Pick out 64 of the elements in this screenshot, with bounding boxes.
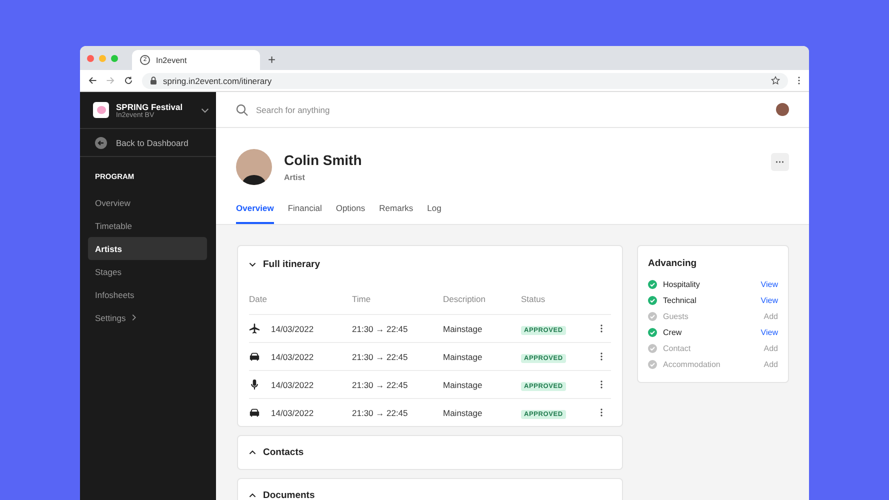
car-icon [249, 351, 260, 362]
row-menu-icon[interactable] [600, 380, 603, 389]
microphone-icon [249, 379, 260, 390]
advancing-action-link[interactable]: View [760, 296, 778, 304]
date-cell: 14/03/2022 [271, 324, 314, 334]
date-cell: 14/03/2022 [271, 380, 314, 390]
artist-name: Colin Smith [284, 152, 363, 168]
profile-tab[interactable]: Options [336, 203, 366, 224]
user-avatar[interactable] [776, 103, 789, 116]
column-header: Status [521, 294, 546, 304]
back-arrow-icon[interactable] [88, 76, 97, 85]
row-menu-icon[interactable] [600, 352, 603, 361]
advancing-action-link[interactable]: View [760, 280, 778, 288]
profile-tab[interactable]: Remarks [379, 203, 414, 224]
time-cell-text: 21:30 → 22:45 [352, 324, 409, 334]
profile-tab[interactable]: Log [427, 203, 442, 224]
search-icon [236, 104, 248, 116]
sidebar-item[interactable]: Artists [88, 237, 207, 260]
reload-icon[interactable] [124, 76, 133, 85]
column-header: Date [249, 294, 268, 304]
section-toggle[interactable]: Full itinerary [249, 246, 611, 282]
car-icon [249, 407, 260, 418]
chevron-up-icon [249, 493, 256, 498]
chevron-up-icon [249, 450, 256, 455]
advancing-item: Accommodation [663, 360, 722, 368]
new-tab-button[interactable]: + [268, 52, 276, 67]
sidebar-item[interactable]: Infosheets [88, 283, 207, 306]
sidebar-item[interactable]: Timetable [88, 214, 207, 237]
description-cell-text: Mainstage [443, 408, 484, 418]
column-header: Time [352, 294, 372, 304]
sidebar-item[interactable]: Stages [88, 260, 207, 283]
chevron-down-icon [249, 262, 256, 266]
sidebar-item[interactable]: Overview [88, 191, 207, 214]
sidebar-item[interactable]: Settings [88, 306, 207, 329]
search-field[interactable]: Search for anything [254, 104, 458, 116]
date-cell: 14/03/2022 [271, 408, 314, 418]
airplane-icon [249, 323, 260, 334]
advancing-item: Contact [663, 344, 692, 352]
advancing-item: Guests [663, 312, 690, 320]
advancing-item: Technical [663, 296, 698, 304]
chevron-down-icon [201, 108, 209, 112]
advancing-item: Hospitality [663, 280, 701, 288]
advancing-item: Crew [663, 328, 683, 336]
address-bar[interactable]: spring.in2event.com/itinerary [142, 72, 788, 88]
description-cell-text: Mainstage [443, 324, 484, 334]
time-cell-text: 21:30 → 22:45 [352, 352, 409, 362]
back-arrow-icon [95, 136, 107, 148]
advancing-action-link[interactable]: View [760, 328, 778, 336]
browser-menu-icon[interactable] [797, 76, 801, 85]
profile-tab[interactable]: Financial [288, 203, 322, 224]
row-menu-icon[interactable] [600, 408, 603, 417]
artist-role: Artist [284, 173, 306, 182]
date-cell: 14/03/2022 [271, 352, 314, 362]
profile-tab[interactable]: Overview [236, 203, 274, 224]
card-title: Advancing [648, 258, 698, 269]
time-cell-text: 21:30 → 22:45 [352, 408, 409, 418]
description-cell-text: Mainstage [443, 380, 484, 390]
profile-avatar [236, 149, 272, 185]
description-cell-text: Mainstage [443, 352, 484, 362]
festival-logo-icon [93, 102, 109, 118]
row-menu-icon[interactable] [600, 324, 603, 333]
column-header: Description [443, 294, 487, 304]
time-cell-text: 21:30 → 22:45 [352, 380, 409, 390]
more-options-button[interactable]: ··· [771, 153, 789, 171]
